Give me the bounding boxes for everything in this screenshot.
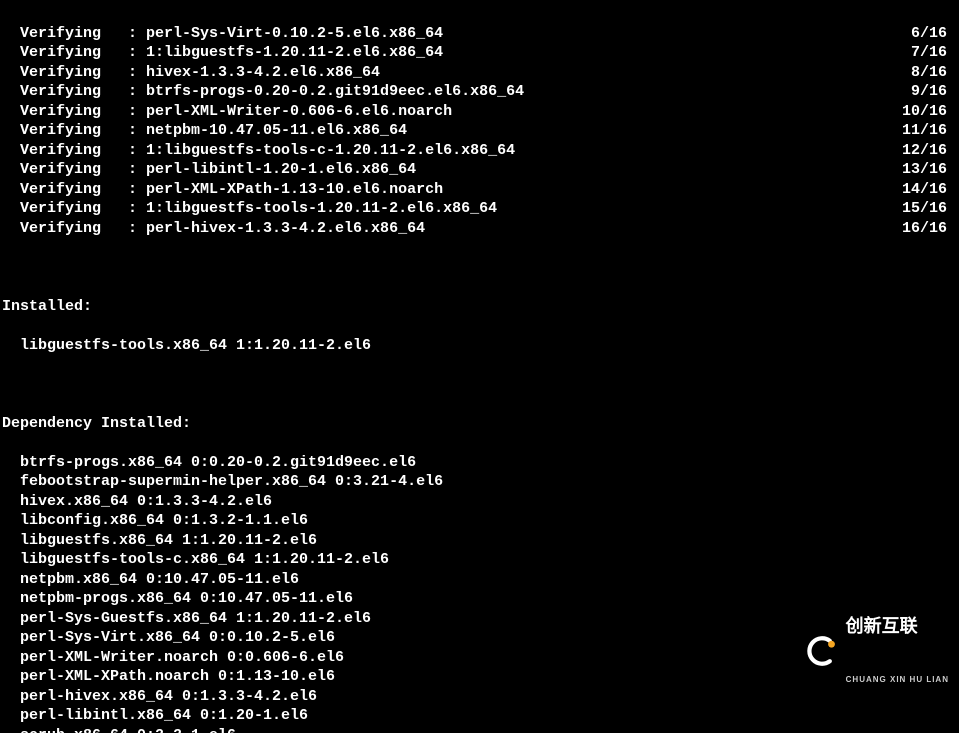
verify-line-count: 15/16 xyxy=(902,199,947,219)
verify-line-count: 9/16 xyxy=(911,82,947,102)
verify-line: Verifying : netpbm-10.47.05-11.el6.x86_6… xyxy=(2,121,959,141)
verify-line-package: Verifying : perl-XML-Writer-0.606-6.el6.… xyxy=(2,102,452,122)
verify-line-package: Verifying : hivex-1.3.3-4.2.el6.x86_64 xyxy=(2,63,380,83)
dep-installed-item: scrub.x86_64 0:2.2-1.el6 xyxy=(2,726,959,733)
verify-line: Verifying : 1:libguestfs-tools-c-1.20.11… xyxy=(2,141,959,161)
logo-main-text: 创新互联 xyxy=(846,617,949,635)
dep-installed-item: febootstrap-supermin-helper.x86_64 0:3.2… xyxy=(2,472,959,492)
verify-line-count: 16/16 xyxy=(902,219,947,239)
verify-line: Verifying : 1:libguestfs-tools-1.20.11-2… xyxy=(2,199,959,219)
verify-line-package: Verifying : perl-Sys-Virt-0.10.2-5.el6.x… xyxy=(2,24,443,44)
installed-list: libguestfs-tools.x86_64 1:1.20.11-2.el6 xyxy=(2,336,959,356)
verify-line: Verifying : btrfs-progs-0.20-0.2.git91d9… xyxy=(2,82,959,102)
verify-line-package: Verifying : perl-libintl-1.20-1.el6.x86_… xyxy=(2,160,416,180)
verify-line: Verifying : perl-hivex-1.3.3-4.2.el6.x86… xyxy=(2,219,959,239)
installed-item: libguestfs-tools.x86_64 1:1.20.11-2.el6 xyxy=(2,336,959,356)
verify-block: Verifying : perl-Sys-Virt-0.10.2-5.el6.x… xyxy=(2,24,959,239)
verify-line-count: 12/16 xyxy=(902,141,947,161)
verify-line-count: 10/16 xyxy=(902,102,947,122)
verify-line-count: 14/16 xyxy=(902,180,947,200)
verify-line-count: 7/16 xyxy=(911,43,947,63)
verify-line: Verifying : perl-XML-Writer-0.606-6.el6.… xyxy=(2,102,959,122)
logo-c-icon xyxy=(806,634,840,668)
dep-installed-header: Dependency Installed: xyxy=(2,414,959,434)
verify-line-package: Verifying : 1:libguestfs-tools-c-1.20.11… xyxy=(2,141,515,161)
blank-line xyxy=(2,375,959,395)
installed-header: Installed: xyxy=(2,297,959,317)
verify-line-count: 8/16 xyxy=(911,63,947,83)
verify-line: Verifying : perl-libintl-1.20-1.el6.x86_… xyxy=(2,160,959,180)
blank-line xyxy=(2,258,959,278)
verify-line: Verifying : perl-XML-XPath-1.13-10.el6.n… xyxy=(2,180,959,200)
logo-text: 创新互联 CHUANG XIN HU LIAN xyxy=(846,578,949,723)
logo-sub-text: CHUANG XIN HU LIAN xyxy=(846,676,949,684)
verify-line-package: Verifying : netpbm-10.47.05-11.el6.x86_6… xyxy=(2,121,407,141)
verify-line-package: Verifying : perl-hivex-1.3.3-4.2.el6.x86… xyxy=(2,219,425,239)
verify-line-count: 6/16 xyxy=(911,24,947,44)
dep-installed-item: libguestfs.x86_64 1:1.20.11-2.el6 xyxy=(2,531,959,551)
verify-line-package: Verifying : btrfs-progs-0.20-0.2.git91d9… xyxy=(2,82,524,102)
verify-line-count: 13/16 xyxy=(902,160,947,180)
dep-installed-item: libconfig.x86_64 0:1.3.2-1.1.el6 xyxy=(2,511,959,531)
terminal-output: Verifying : perl-Sys-Virt-0.10.2-5.el6.x… xyxy=(0,0,959,733)
dep-installed-item: btrfs-progs.x86_64 0:0.20-0.2.git91d9eec… xyxy=(2,453,959,473)
dep-installed-item: hivex.x86_64 0:1.3.3-4.2.el6 xyxy=(2,492,959,512)
verify-line: Verifying : 1:libguestfs-1.20.11-2.el6.x… xyxy=(2,43,959,63)
verify-line-package: Verifying : 1:libguestfs-tools-1.20.11-2… xyxy=(2,199,497,219)
verify-line: Verifying : perl-Sys-Virt-0.10.2-5.el6.x… xyxy=(2,24,959,44)
verify-line-package: Verifying : perl-XML-XPath-1.13-10.el6.n… xyxy=(2,180,443,200)
dep-installed-item: libguestfs-tools-c.x86_64 1:1.20.11-2.el… xyxy=(2,550,959,570)
verify-line: Verifying : hivex-1.3.3-4.2.el6.x86_64 8/… xyxy=(2,63,959,83)
watermark-logo: 创新互联 CHUANG XIN HU LIAN xyxy=(806,578,949,723)
verify-line-count: 11/16 xyxy=(902,121,947,141)
verify-line-package: Verifying : 1:libguestfs-1.20.11-2.el6.x… xyxy=(2,43,443,63)
